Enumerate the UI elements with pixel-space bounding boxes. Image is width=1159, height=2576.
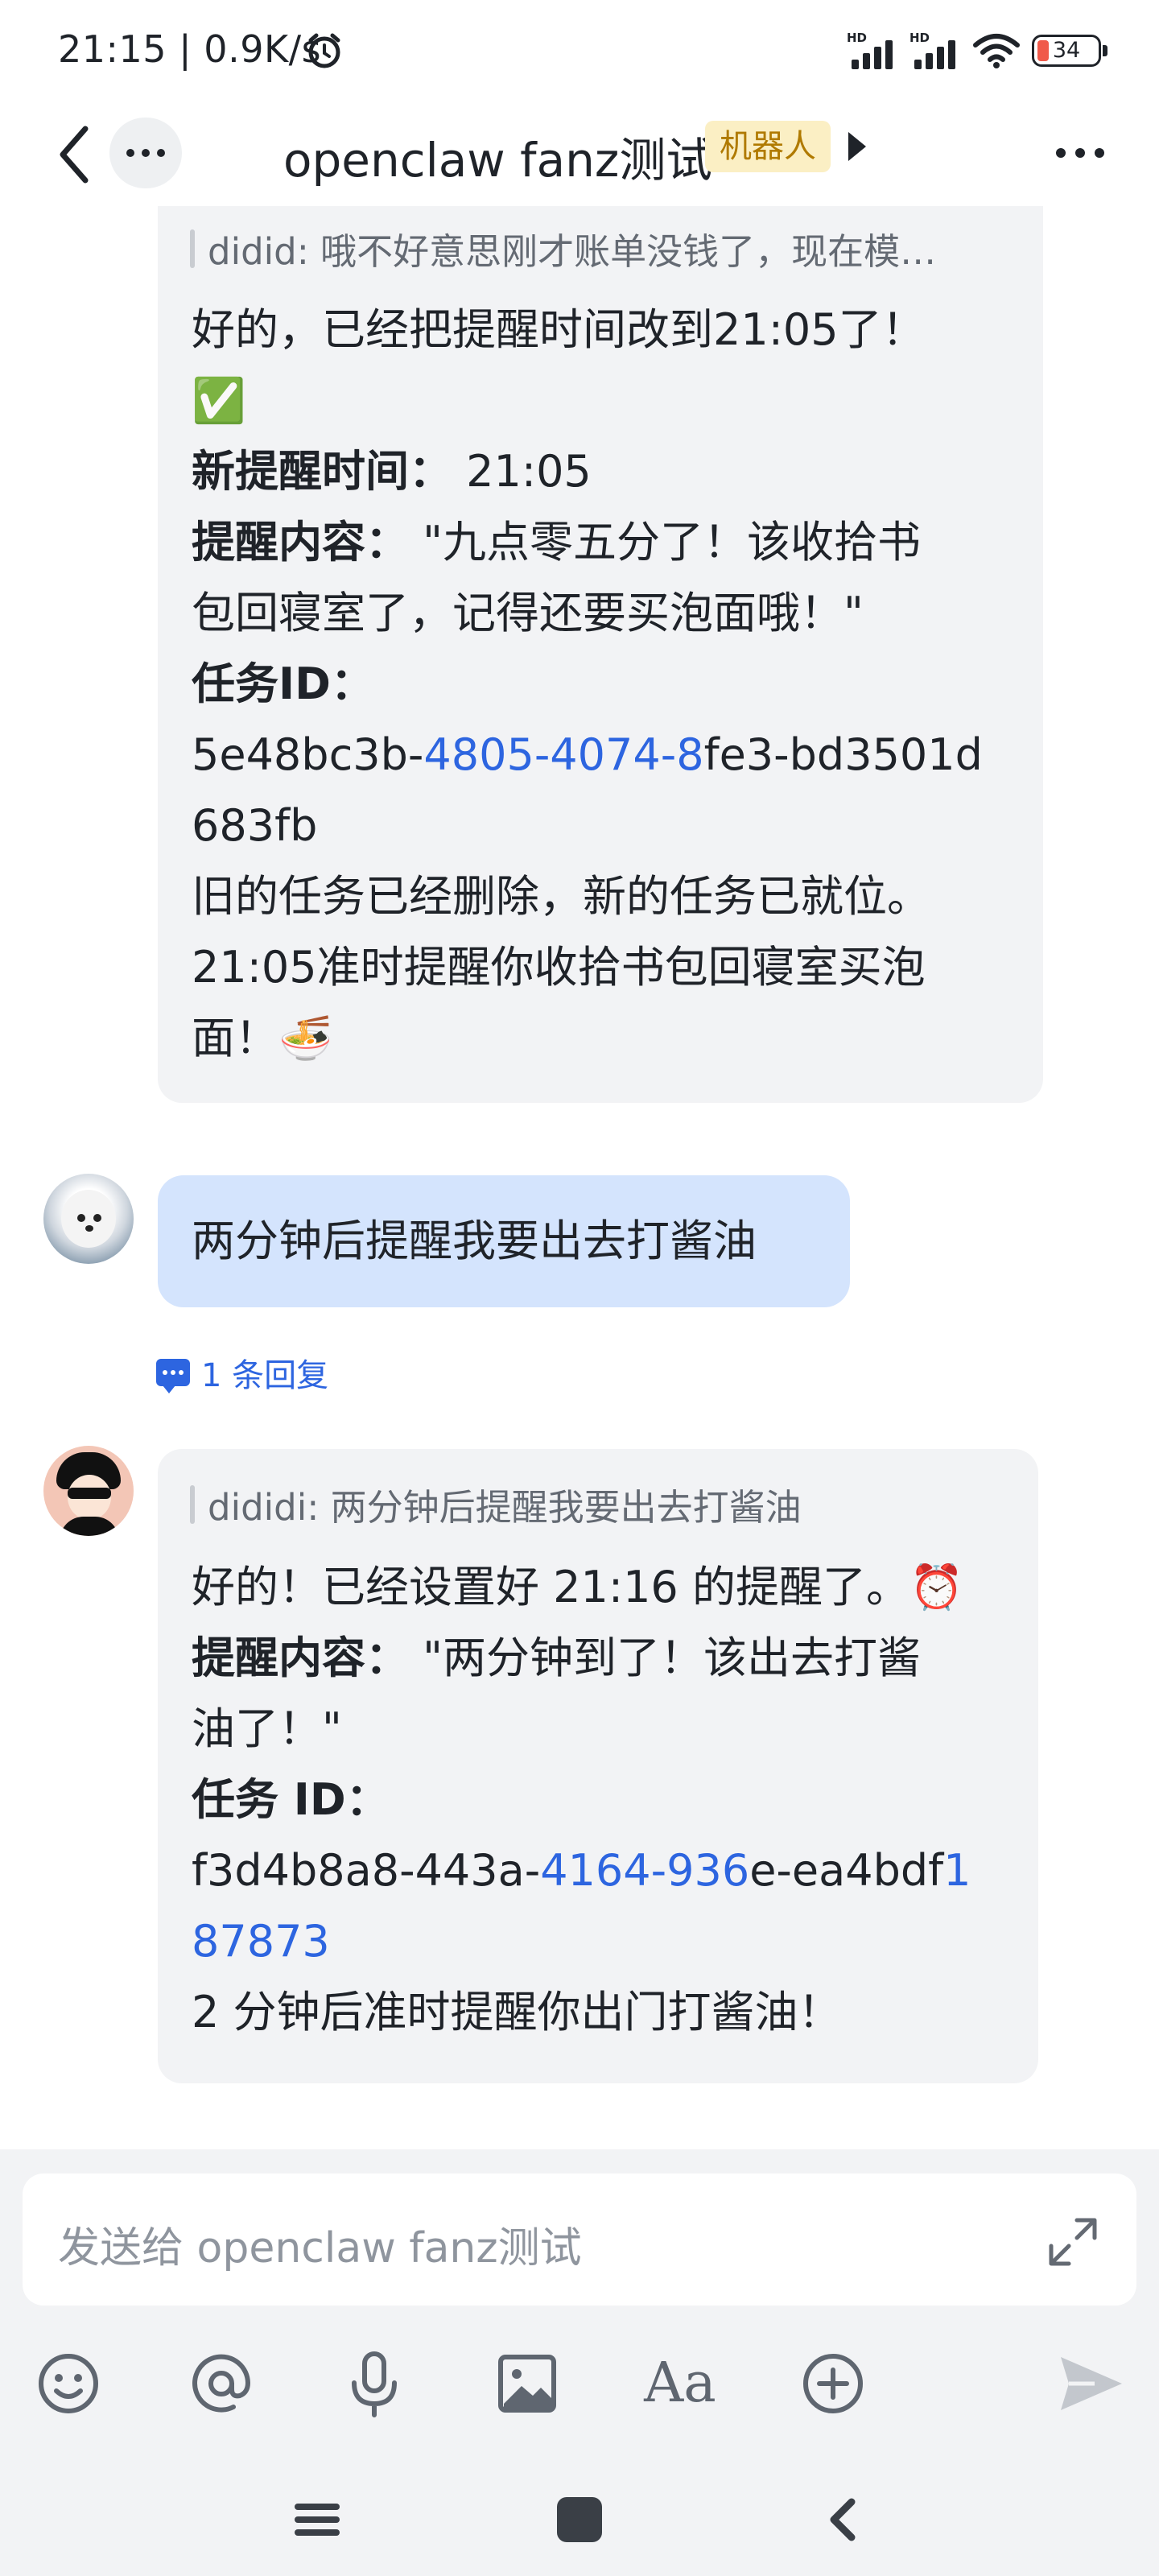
chat-messages[interactable]: didid: 哦不好意思刚才账单没钱了，现在模… 好的，已经把提醒时间改到21:… [0,206,1159,2149]
comment-icon [156,1359,190,1393]
alarm-icon [308,33,340,68]
add-icon[interactable] [797,2347,869,2420]
wifi-icon [973,34,1020,68]
message-line: 好的！已经设置好 21:16 的提醒了。⏰ [192,1562,964,1612]
status-time: 21:15 | 0.9K/s [58,27,322,71]
phone-number-link[interactable]: 4164-936 [540,1845,749,1896]
quoted-message[interactable]: dididi: 两分钟后提醒我要出去打酱油 [190,1478,1011,1530]
check-emoji: ✅ [192,375,246,426]
message-line: 包回寝室了，记得还要买泡面哦！" [192,588,864,638]
send-icon[interactable] [1054,2347,1127,2420]
bot-badge: 机器人 [705,121,831,172]
back-icon[interactable] [818,2494,869,2545]
system-navigation-bar [0,2463,1159,2576]
battery-level: 34 [1052,38,1081,63]
message-line: 任务 ID： [192,1774,390,1825]
composer: 发送给 openclaw fanz测试 Aa [0,2149,1159,2576]
message-line: 好的，已经把提醒时间改到21:05了！ [192,304,926,355]
chat-header: openclaw fanz测试 机器人 [0,100,1159,206]
message-line: 2 分钟后准时提醒你出门打酱油！ [192,1987,842,2037]
cell-signal-icon: HD [847,31,898,69]
message-line: 新提醒时间： 21:05 [192,446,592,497]
at-icon[interactable] [185,2347,258,2420]
emoji-icon[interactable] [32,2347,105,2420]
thread-reply-link[interactable]: 1 条回复 [156,1349,328,1396]
status-bar: 21:15 | 0.9K/s HD HD 34 [0,0,1159,100]
composer-toolbar: Aa [0,2326,1159,2447]
home-icon[interactable] [554,2494,605,2545]
task-id-line: f3d4b8a8-443a-4164-936e-ea4bdf1 [192,1845,971,1896]
bot-message[interactable]: didid: 哦不好意思刚才账单没钱了，现在模… 好的，已经把提醒时间改到21:… [158,206,1043,1103]
input-placeholder: 发送给 openclaw fanz测试 [58,2224,582,2273]
bot-avatar[interactable] [43,1446,134,1536]
menu-dots-icon[interactable] [1048,124,1112,182]
bot-message[interactable]: dididi: 两分钟后提醒我要出去打酱油 好的！已经设置好 21:16 的提醒… [158,1449,1038,2083]
reply-count: 1 条回复 [201,1357,329,1394]
phone-number-link[interactable]: 87873 [192,1906,971,1977]
font-icon[interactable]: Aa [644,2347,716,2420]
message-line: 油了！" [192,1703,342,1754]
phone-number-link[interactable]: 1 [943,1845,971,1896]
message-line: 旧的任务已经删除，新的任务已就位。 [192,871,930,922]
chat-title[interactable]: openclaw fanz测试 [283,122,712,190]
image-icon[interactable] [491,2347,563,2420]
cell-signal-icon: HD [909,31,961,69]
caret-right-icon[interactable] [848,132,866,161]
menu-icon[interactable] [291,2494,343,2545]
message-input[interactable]: 发送给 openclaw fanz测试 [23,2174,1136,2306]
microphone-icon[interactable] [338,2347,410,2420]
more-options-pill[interactable] [109,118,182,188]
expand-icon[interactable] [1045,2214,1101,2270]
user-message[interactable]: 两分钟后提醒我要出去打酱油 [158,1175,850,1307]
message-line: 21:05准时提醒你收拾书包回寝室买泡 [192,942,926,993]
phone-number-link[interactable]: 4805-4074-8 [423,729,703,780]
message-line: 提醒内容： "九点零五分了！该收拾书 [192,517,922,568]
task-id-line: 5e48bc3b-4805-4074-8fe3-bd3501d [192,729,983,780]
quoted-message[interactable]: didid: 哦不好意思刚才账单没钱了，现在模… [190,222,1011,275]
user-avatar[interactable] [43,1174,134,1264]
user-message-text: 两分钟后提醒我要出去打酱油 [192,1216,757,1266]
message-line: 提醒内容： "两分钟到了！该出去打酱 [192,1633,922,1683]
battery-icon: 34 [1032,35,1107,67]
message-line: 任务ID： [192,658,374,709]
task-id-line: 683fb [192,800,318,851]
message-line: 面！🍜 [192,1013,333,1063]
back-icon[interactable] [53,124,98,185]
